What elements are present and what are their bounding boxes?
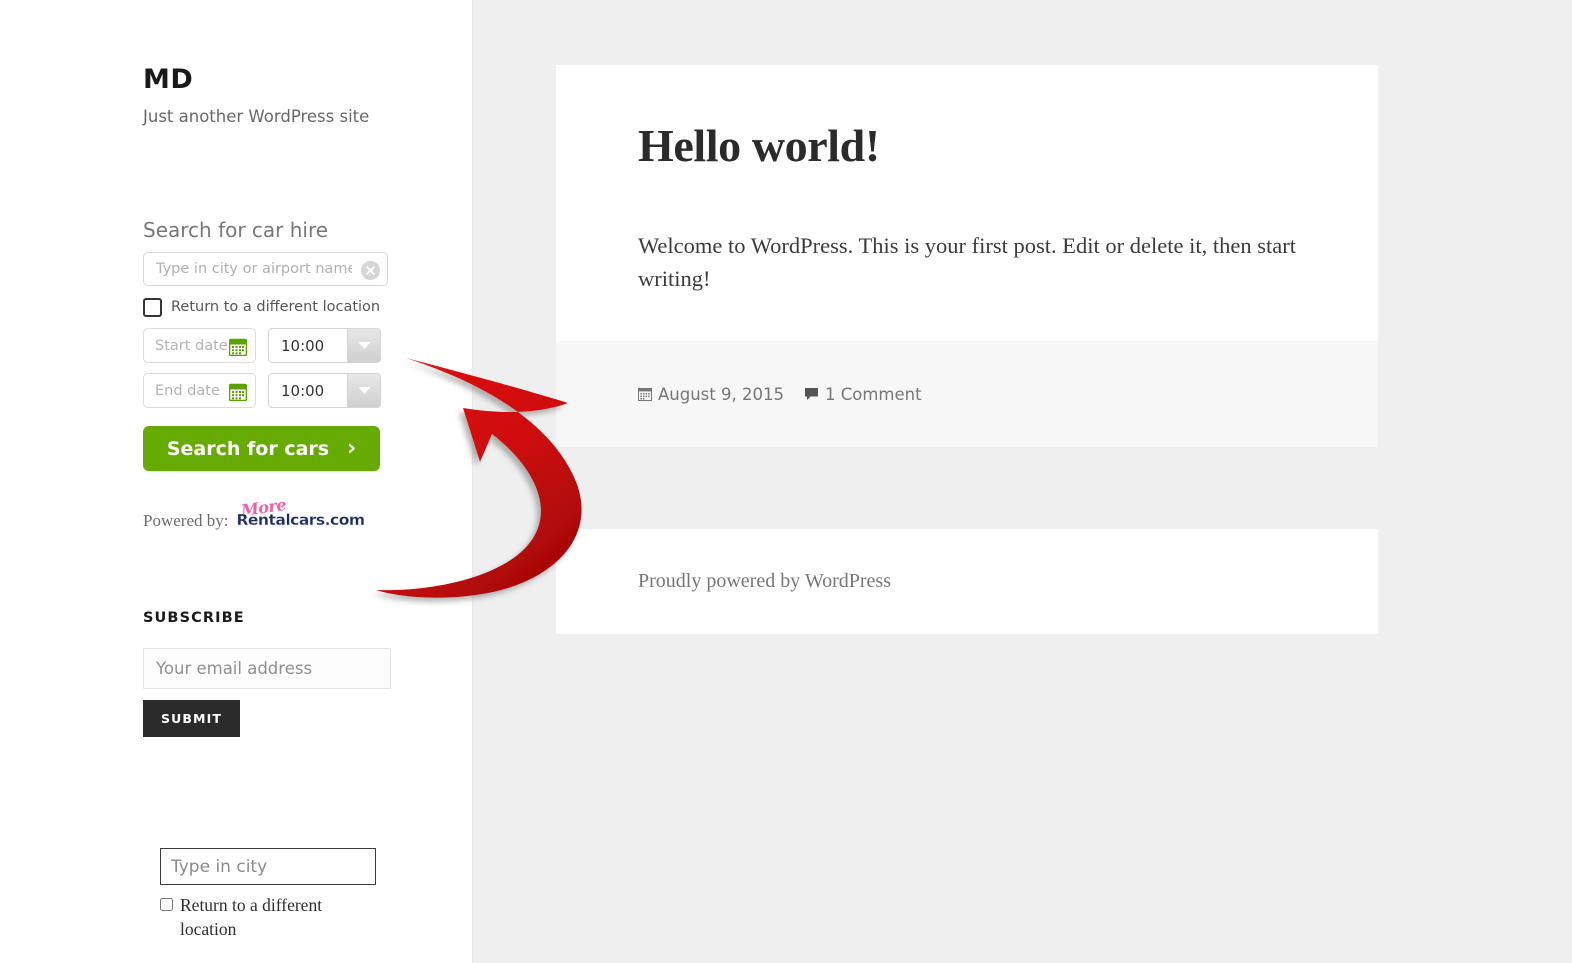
wordpress-credit-link[interactable]: Proudly powered by WordPress <box>638 570 891 593</box>
return-different-location-checkbox[interactable] <box>143 297 162 317</box>
city-search-widget: Return to a different location <box>160 848 390 941</box>
post-card: Hello world! Welcome to WordPress. This … <box>556 65 1378 342</box>
subscribe-widget: SUBSCRIBE SUBMIT <box>143 610 403 737</box>
car-hire-search-widget: Search for car hire Return to a differen… <box>143 218 403 531</box>
start-date-field[interactable] <box>143 328 256 363</box>
sidebar: MD Just another WordPress site Search fo… <box>0 0 473 963</box>
location-input[interactable] <box>154 253 354 285</box>
site-description: Just another WordPress site <box>143 107 370 126</box>
end-time-select[interactable]: 10:00 <box>268 373 381 408</box>
subscribe-heading: SUBSCRIBE <box>143 610 245 626</box>
comment-bubble-icon <box>804 387 819 401</box>
return-different-location-label: Return to a different location <box>171 299 381 315</box>
rentalcars-logo[interactable]: More Rentalcars.com <box>236 495 376 531</box>
end-time-chevron-down-icon[interactable] <box>347 374 380 407</box>
post-comments-text[interactable]: 1 Comment <box>825 385 922 404</box>
end-date-input[interactable] <box>153 381 231 400</box>
post-comments[interactable]: 1 Comment <box>804 385 922 404</box>
site-title[interactable]: MD <box>143 64 193 95</box>
search-for-cars-label: Search for cars <box>166 437 330 460</box>
calendar-icon[interactable] <box>228 383 248 406</box>
rentalcars-logo-name: Rentalcars.com <box>236 511 365 529</box>
location-input-wrapper <box>143 252 388 286</box>
end-date-row: 10:00 <box>143 373 403 408</box>
post-body: Welcome to WordPress. This is your first… <box>638 233 1296 291</box>
start-date-input[interactable] <box>153 336 231 355</box>
powered-by-row: Powered by: More Rentalcars.com <box>143 495 403 531</box>
powered-by-label: Powered by: <box>143 511 229 530</box>
calendar-icon[interactable] <box>228 338 248 361</box>
post-meta: August 9, 2015 1 Comment <box>556 341 1378 448</box>
post-date-text[interactable]: August 9, 2015 <box>658 385 784 404</box>
subscribe-email-input[interactable] <box>143 648 391 689</box>
post-title[interactable]: Hello world! <box>638 119 1296 172</box>
end-date-field[interactable] <box>143 373 256 408</box>
end-time-value: 10:00 <box>281 381 325 400</box>
search-for-cars-button[interactable]: Search for cars › <box>143 426 380 471</box>
start-time-value: 10:00 <box>281 336 325 355</box>
start-time-select[interactable]: 10:00 <box>268 328 381 363</box>
start-date-row: 10:00 <box>143 328 403 363</box>
city-return-different-location-row[interactable]: Return to a different location <box>160 894 350 941</box>
city-input[interactable] <box>160 848 376 885</box>
subscribe-submit-button[interactable]: SUBMIT <box>143 700 240 737</box>
main-content: Hello world! Welcome to WordPress. This … <box>556 65 1378 635</box>
post-date[interactable]: August 9, 2015 <box>638 385 784 404</box>
chevron-right-icon: › <box>347 435 357 461</box>
city-return-different-location-checkbox[interactable] <box>160 898 173 911</box>
site-footer: Proudly powered by WordPress <box>556 529 1378 635</box>
clear-location-icon[interactable] <box>361 261 380 280</box>
return-different-location-row[interactable]: Return to a different location <box>143 296 403 318</box>
car-hire-heading: Search for car hire <box>143 218 329 242</box>
calendar-icon <box>638 387 652 402</box>
city-return-different-location-label: Return to a different location <box>180 895 323 939</box>
start-time-chevron-down-icon[interactable] <box>347 329 380 362</box>
